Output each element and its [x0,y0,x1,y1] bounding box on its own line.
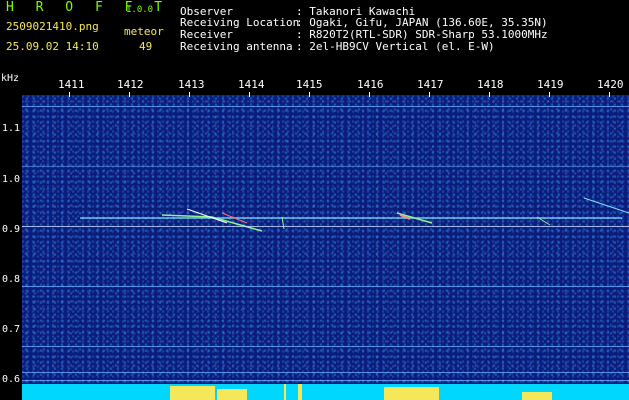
x-tick [249,92,250,97]
file-datetime: 25.09.02 14:10 [6,40,99,53]
grid-line [22,286,629,287]
level-bar [284,384,286,400]
x-tick [549,92,550,97]
y-axis-panel [0,70,22,400]
detection-label: meteor [124,25,164,38]
y-tick-label: 1.0 [1,174,20,185]
grid-line [22,380,629,381]
level-bar [217,389,247,400]
x-tick-label: 1420 [597,78,624,91]
x-tick-label: 1413 [178,78,205,91]
y-tick-label: 0.7 [1,324,20,335]
y-axis-unit: kHz [1,73,20,84]
x-tick-label: 1419 [537,78,564,91]
x-tick [309,92,310,97]
meteor-traces [80,197,629,232]
y-tick-label: 1.1 [1,123,20,134]
x-tick-label: 1418 [477,78,504,91]
level-bar [522,392,552,400]
x-tick [429,92,430,97]
grid-line [22,226,629,227]
x-tick [609,92,610,97]
level-bar [298,384,302,400]
app-version: 1.0.0 [126,5,154,15]
antenna-value: : 2el-HB9CV Vertical (el. E-W) [296,40,495,53]
grid-line [22,346,629,347]
y-tick-label: 0.9 [1,224,20,235]
antenna-label: Receiving antenna [180,40,293,53]
x-tick-label: 1416 [357,78,384,91]
x-tick [129,92,130,97]
file-name: 2509021410.png [6,20,99,33]
x-tick [369,92,370,97]
signal-level-bars [22,384,629,400]
grid-line [22,106,629,107]
y-tick-label: 0.6 [1,374,20,385]
x-tick [489,92,490,97]
grid-line [22,166,629,167]
x-tick-label: 1411 [58,78,85,91]
x-tick [69,92,70,97]
x-tick-label: 1415 [296,78,323,91]
grid-line [22,372,629,373]
detection-count: 49 [139,40,153,53]
level-bar [384,387,439,400]
y-tick-label: 0.8 [1,274,20,285]
x-tick-label: 1417 [417,78,444,91]
x-tick [189,92,190,97]
spectrogram-plot [22,95,629,400]
x-tick-label: 1412 [117,78,144,91]
level-bar [170,386,215,400]
x-tick-label: 1414 [238,78,265,91]
header-panel: H R O F F T 1.0.0 2509021410.png meteor … [0,0,629,70]
